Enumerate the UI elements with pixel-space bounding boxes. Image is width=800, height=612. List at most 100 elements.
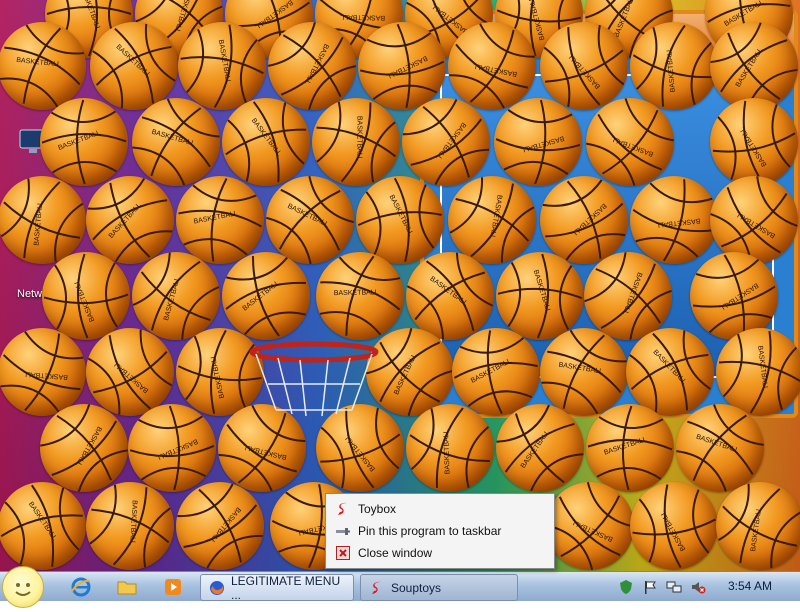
- basketball-51[interactable]: BASKETBALL: [128, 404, 216, 492]
- basketball-14[interactable]: BASKETBALL: [540, 22, 628, 110]
- basketball-27[interactable]: BASKETBALL: [176, 176, 264, 264]
- flag-icon[interactable]: [642, 579, 658, 595]
- shield-icon[interactable]: [618, 579, 634, 595]
- basketball-43[interactable]: BASKETBALL: [86, 328, 174, 416]
- svg-text:BASKETBALL: BASKETBALL: [340, 13, 385, 21]
- svg-text:BASKETBALL: BASKETBALL: [217, 39, 232, 84]
- basketball-22[interactable]: BASKETBALL: [494, 98, 582, 186]
- basketball-12[interactable]: BASKETBALL: [358, 22, 446, 110]
- basketball-10[interactable]: BASKETBALL: [178, 22, 266, 110]
- menu-item-close-window[interactable]: Close window: [328, 543, 550, 563]
- taskbar-button-souptoys[interactable]: Souptoys: [360, 574, 518, 601]
- basketball-49[interactable]: BASKETBALL: [716, 328, 800, 416]
- svg-text:BASKETBALL: BASKETBALL: [33, 201, 44, 246]
- desktop: Netw BASKETBALL BASKETBALL BASKETBALL BASKE…: [0, 0, 800, 571]
- basketball-23[interactable]: BASKETBALL: [586, 98, 674, 186]
- svg-text:BASKETBALL: BASKETBALL: [250, 117, 283, 157]
- menu-item-pin[interactable]: Pin this program to taskbar: [328, 521, 550, 541]
- basketball-60[interactable]: BASKETBALL: [176, 482, 264, 570]
- volume-muted-icon[interactable]: [690, 579, 706, 595]
- basketball-54[interactable]: BASKETBALL: [406, 404, 494, 492]
- basketball-28[interactable]: BASKETBALL: [266, 176, 354, 264]
- basketball-19[interactable]: BASKETBALL: [222, 98, 310, 186]
- basketball-62[interactable]: BASKETBALL: [546, 482, 634, 570]
- clock[interactable]: 3:54 AM: [728, 579, 772, 593]
- basketball-31[interactable]: BASKETBALL: [540, 176, 628, 264]
- basketball-34[interactable]: BASKETBALL: [42, 252, 130, 340]
- basketball-25[interactable]: BASKETBALL: [0, 176, 86, 264]
- basketball-18[interactable]: BASKETBALL: [132, 98, 220, 186]
- menu-item-label: Toybox: [358, 502, 397, 516]
- basketball-59[interactable]: BASKETBALL: [86, 482, 174, 570]
- basketball-46[interactable]: BASKETBALL: [452, 328, 540, 416]
- smiley-icon: [15, 583, 31, 596]
- firefox-icon: [209, 580, 225, 596]
- svg-text:BASKETBALL: BASKETBALL: [23, 370, 68, 380]
- taskbar-button-firefox[interactable]: LEGITIMATE MENU ...: [200, 573, 354, 602]
- basketball-13[interactable]: BASKETBALL: [448, 22, 536, 110]
- basketball-38[interactable]: BASKETBALL: [406, 252, 494, 340]
- taskbar-button-label: Souptoys: [391, 580, 442, 595]
- svg-text:BASKETBALL: BASKETBALL: [128, 500, 137, 545]
- basketball-37[interactable]: BASKETBALL: [316, 252, 404, 340]
- basketball-17[interactable]: BASKETBALL: [40, 98, 128, 186]
- media-player-icon[interactable]: [162, 576, 184, 598]
- basketball-39[interactable]: BASKETBALL: [496, 252, 584, 340]
- svg-text:BASKETBALL: BASKETBALL: [385, 54, 428, 80]
- svg-text:BASKETBALL: BASKETBALL: [666, 47, 677, 92]
- basketball-32[interactable]: BASKETBALL: [630, 176, 718, 264]
- basketball-26[interactable]: BASKETBALL: [86, 176, 174, 264]
- basketball-47[interactable]: BASKETBALL: [540, 328, 628, 416]
- menu-item-label: Close window: [358, 546, 433, 560]
- menu-item-label: Pin this program to taskbar: [358, 524, 502, 538]
- menu-item-toybox[interactable]: Toybox: [328, 499, 550, 519]
- basketball-hoop: [249, 341, 379, 417]
- basketball-16[interactable]: BASKETBALL: [710, 22, 798, 110]
- basketball-35[interactable]: BASKETBALL: [132, 252, 220, 340]
- basketball-33[interactable]: BASKETBALL: [710, 176, 798, 264]
- basketball-64[interactable]: BASKETBALL: [716, 482, 800, 570]
- basketball-24[interactable]: BASKETBALL: [710, 98, 798, 186]
- basketball-21[interactable]: BASKETBALL: [402, 98, 490, 186]
- svg-text:BASKETBALL: BASKETBALL: [193, 210, 238, 225]
- basketball-56[interactable]: BASKETBALL: [586, 404, 674, 492]
- basketball-15[interactable]: BASKETBALL: [630, 22, 718, 110]
- svg-text:BASKETBALL: BASKETBALL: [756, 345, 768, 390]
- ie-icon[interactable]: [70, 576, 92, 598]
- svg-text:BASKETBALL: BASKETBALL: [388, 194, 415, 237]
- basketball-11[interactable]: BASKETBALL: [268, 22, 356, 110]
- svg-text:BASKETBALL: BASKETBALL: [655, 217, 700, 229]
- start-button[interactable]: [2, 566, 44, 608]
- taskbar: LEGITIMATE MENU ... Souptoys 3:54 AM: [0, 566, 800, 608]
- basketball-20[interactable]: BASKETBALL: [312, 98, 400, 186]
- close-window-icon: [335, 545, 351, 561]
- souptoys-icon: [335, 501, 351, 517]
- basketball-58[interactable]: BASKETBALL: [0, 482, 86, 570]
- pin-icon: [335, 523, 351, 539]
- jump-list-menu: Toybox Pin this program to taskbar Close…: [325, 493, 555, 569]
- svg-text:BASKETBALL: BASKETBALL: [242, 443, 287, 461]
- basketball-9[interactable]: BASKETBALL: [90, 22, 178, 110]
- taskbar-button-label: LEGITIMATE MENU ...: [231, 573, 341, 602]
- basketball-50[interactable]: BASKETBALL: [40, 404, 128, 492]
- folder-icon[interactable]: [116, 576, 138, 598]
- svg-text:BASKETBALL: BASKETBALL: [79, 0, 101, 32]
- svg-text:BASKETBALL: BASKETBALL: [355, 116, 362, 161]
- network-icon-label[interactable]: Netw: [17, 288, 42, 300]
- basketball-57[interactable]: BASKETBALL: [676, 404, 764, 492]
- basketball-63[interactable]: BASKETBALL: [630, 482, 718, 570]
- svg-text:BASKETBALL: BASKETBALL: [155, 437, 199, 461]
- basketball-29[interactable]: BASKETBALL: [356, 176, 444, 264]
- basketball-55[interactable]: BASKETBALL: [496, 404, 584, 492]
- basketball-41[interactable]: BASKETBALL: [690, 252, 778, 340]
- basketball-48[interactable]: BASKETBALL: [626, 328, 714, 416]
- network-icon[interactable]: [666, 579, 682, 595]
- svg-text:BASKETBALL: BASKETBALL: [443, 429, 452, 474]
- basketball-8[interactable]: BASKETBALL: [0, 22, 86, 110]
- svg-text:BASKETBALL: BASKETBALL: [16, 57, 61, 69]
- basketball-30[interactable]: BASKETBALL: [448, 176, 536, 264]
- svg-text:BASKETBALL: BASKETBALL: [57, 129, 101, 152]
- basketball-40[interactable]: BASKETBALL: [584, 252, 672, 340]
- basketball-36[interactable]: BASKETBALL: [222, 252, 310, 340]
- basketball-42[interactable]: BASKETBALL: [0, 328, 86, 416]
